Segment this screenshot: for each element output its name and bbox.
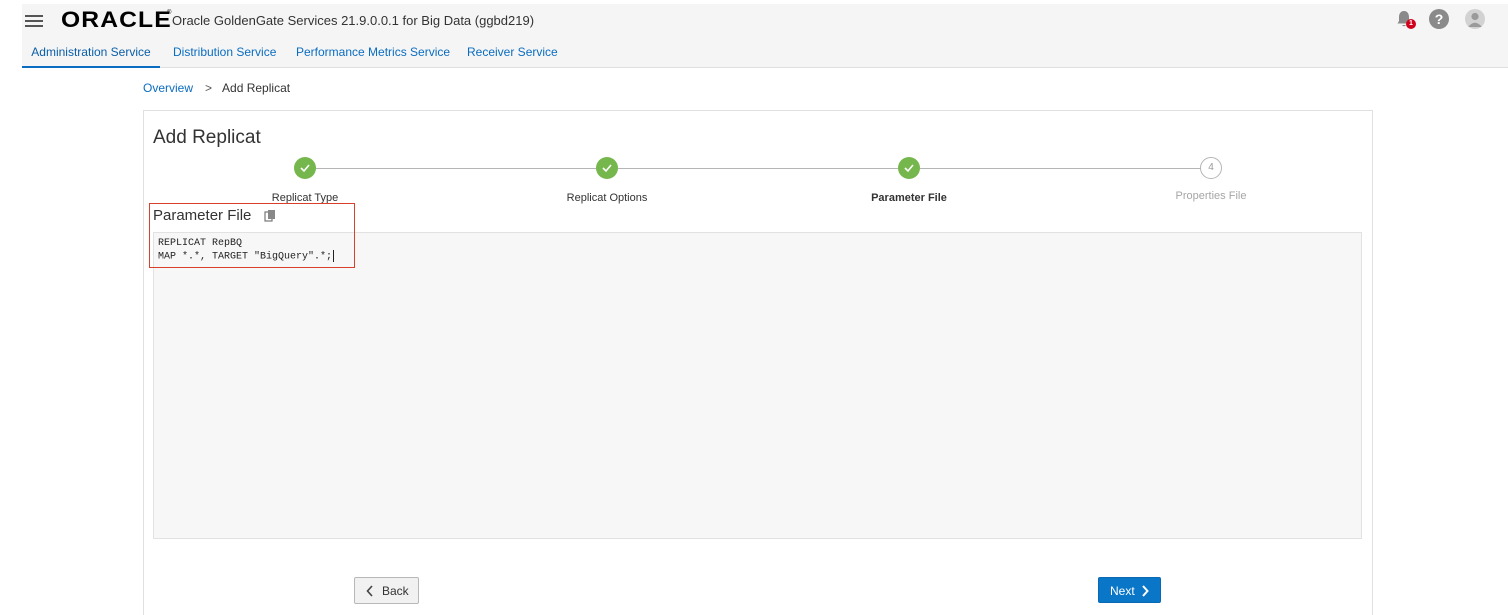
registered-mark: ®: [167, 10, 172, 16]
chevron-right-icon: [1142, 585, 1149, 597]
step-label-parameter-file: Parameter File: [871, 192, 947, 204]
chevron-left-icon: [366, 585, 373, 597]
parameter-file-line-1: REPLICAT RepBQ: [158, 238, 243, 249]
train-connector: [608, 168, 909, 169]
top-bar: ORACLE ® Oracle GoldenGate Services 21.9…: [22, 4, 1508, 68]
breadcrumb: Overview > Add Replicat: [143, 81, 290, 95]
parameter-file-line-2-text: MAP *.*, TARGET "BigQuery".*;: [158, 251, 333, 263]
copy-icon[interactable]: [264, 209, 276, 222]
tab-receiver-service[interactable]: Receiver Service: [467, 41, 558, 68]
app-title: Oracle GoldenGate Services 21.9.0.0.1 fo…: [172, 13, 535, 28]
back-button-label: Back: [382, 584, 409, 598]
bell-icon[interactable]: 1: [1394, 9, 1416, 31]
step-2-complete-check-icon[interactable]: [596, 157, 618, 179]
tab-distribution-service[interactable]: Distribution Service: [173, 41, 276, 68]
notification-count-badge: 1: [1406, 19, 1416, 29]
step-label-properties-file: Properties File: [1175, 190, 1247, 202]
tab-administration-service[interactable]: Administration Service: [22, 41, 160, 68]
parameter-file-heading: Parameter File: [153, 207, 252, 224]
parameter-file-editor[interactable]: [153, 232, 1362, 539]
page-title: Add Replicat: [153, 127, 261, 148]
back-button[interactable]: Back: [354, 577, 419, 604]
breadcrumb-separator: >: [205, 81, 213, 95]
step-4-number: 4: [1200, 157, 1222, 179]
breadcrumb-current: Add Replicat: [222, 81, 291, 95]
train-connector: [305, 168, 608, 169]
step-label-replicat-options[interactable]: Replicat Options: [567, 192, 648, 204]
help-icon[interactable]: ?: [1429, 9, 1449, 29]
breadcrumb-overview-link[interactable]: Overview: [143, 81, 193, 95]
train-connector: [909, 168, 1211, 169]
parameter-file-line-2: MAP *.*, TARGET "BigQuery".*;: [158, 250, 335, 263]
step-1-complete-check-icon[interactable]: [294, 157, 316, 179]
hamburger-menu-icon[interactable]: [25, 15, 45, 27]
user-avatar-icon[interactable]: [1465, 9, 1485, 29]
text-caret: [333, 250, 335, 262]
tab-performance-metrics-service[interactable]: Performance Metrics Service: [296, 41, 450, 68]
oracle-logo: ORACLE: [61, 7, 172, 32]
next-button[interactable]: Next: [1098, 577, 1161, 603]
step-3-complete-check-icon[interactable]: [898, 157, 920, 179]
next-button-label: Next: [1110, 584, 1135, 598]
